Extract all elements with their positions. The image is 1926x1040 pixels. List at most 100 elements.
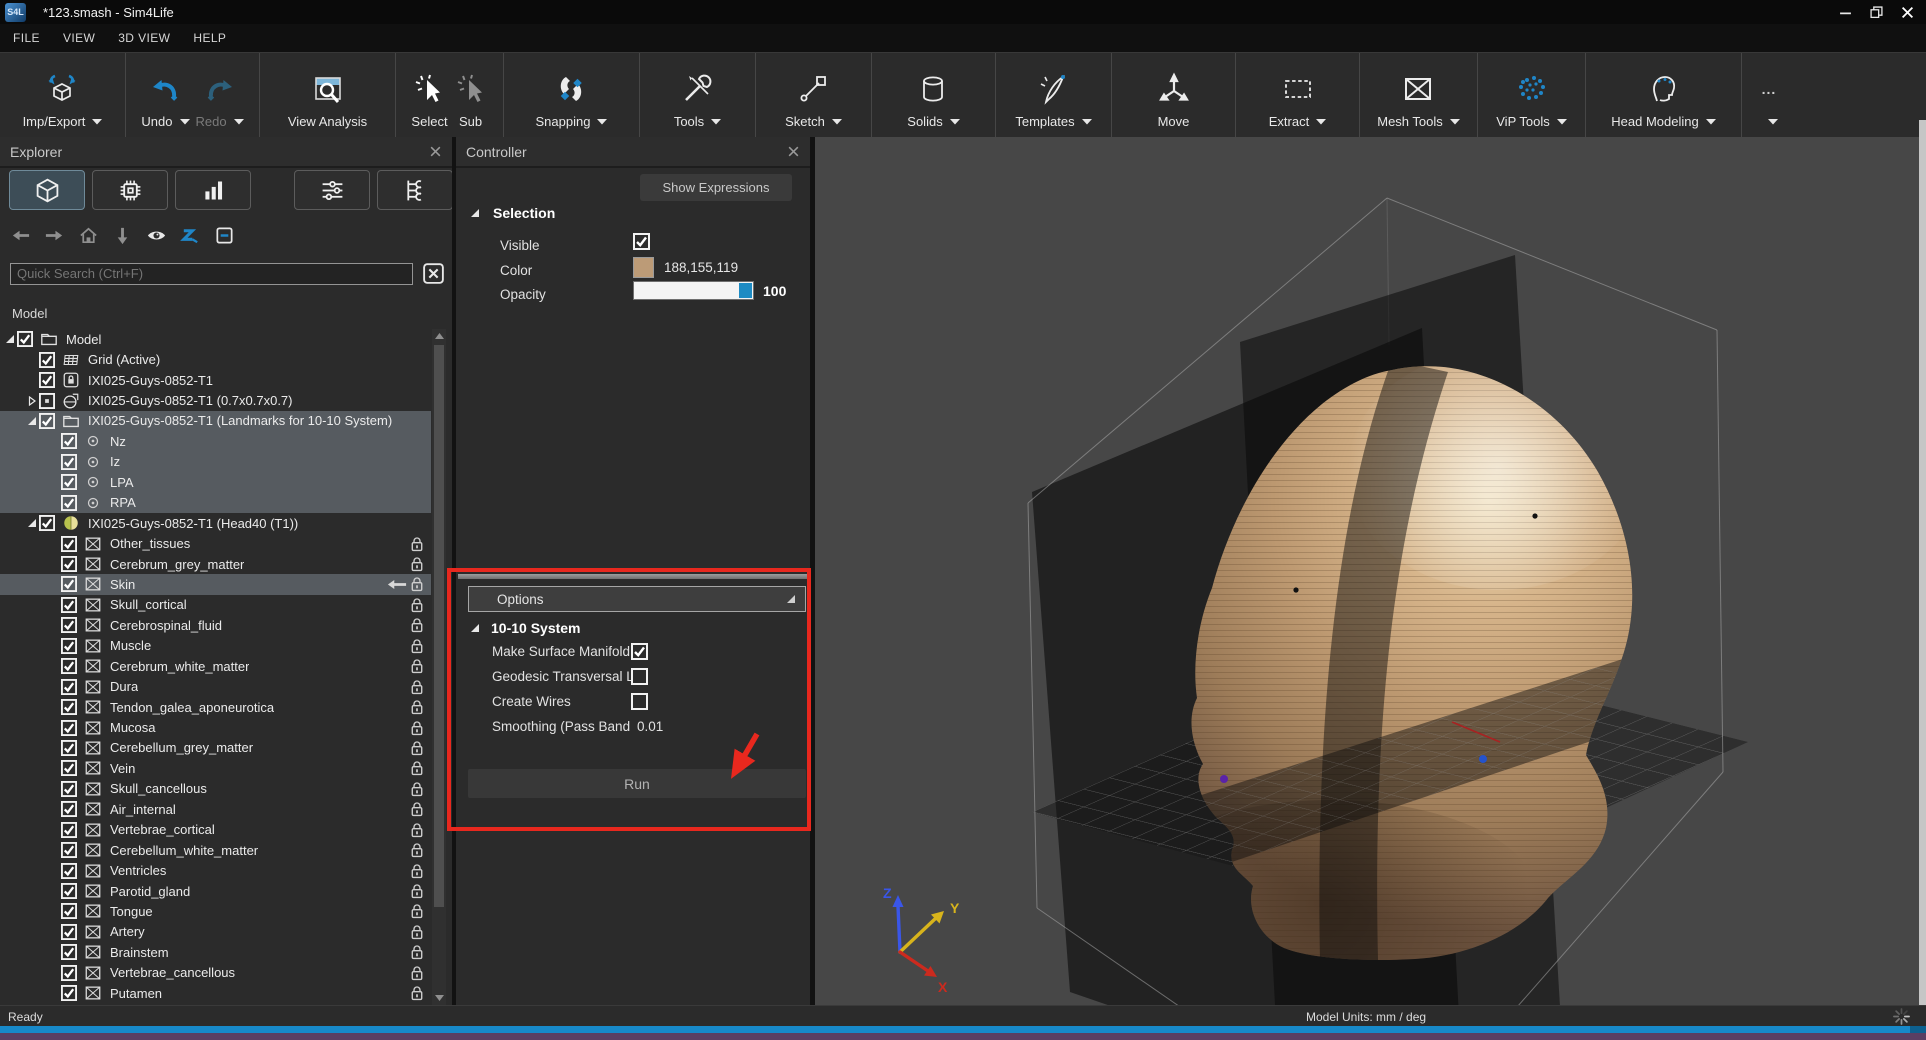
tree-row-muscle[interactable]: Muscle	[0, 636, 431, 656]
tree-row-brainstem[interactable]: Brainstem	[0, 942, 431, 962]
tree-row-iz[interactable]: Iz	[0, 452, 431, 472]
lock-icon[interactable]	[411, 883, 424, 899]
tree-scrollbar[interactable]	[432, 329, 446, 1005]
tree-row-model[interactable]: Model	[0, 329, 431, 349]
tree-checkbox[interactable]	[61, 556, 77, 572]
forward-arrow-icon[interactable]	[44, 225, 65, 246]
tree-row-air-internal[interactable]: Air_internal	[0, 799, 431, 819]
lock-icon[interactable]	[411, 679, 424, 695]
chevron-down-icon[interactable]	[1557, 118, 1567, 125]
search-clear-icon[interactable]	[421, 261, 446, 286]
tree-checkbox[interactable]	[61, 760, 77, 776]
tree-row-skin[interactable]: Skin	[0, 574, 431, 594]
tree-row-mucosa[interactable]: Mucosa	[0, 717, 431, 737]
lock-icon[interactable]	[411, 576, 424, 592]
tree-row-ixi025-guys-0852-t1-landmarks-for-10-10-system-[interactable]: IXI025-Guys-0852-T1 (Landmarks for 10-10…	[0, 411, 431, 431]
explorer-tab-tree-structure[interactable]	[377, 170, 453, 210]
tree-checkbox[interactable]	[39, 372, 55, 388]
tree-checkbox[interactable]	[61, 822, 77, 838]
tree-checkbox[interactable]	[61, 638, 77, 654]
tree-checkbox[interactable]	[61, 720, 77, 736]
toolbar-button-undo[interactable]: Undo	[141, 68, 189, 129]
toolbar-button-view-analysis[interactable]: View Analysis	[288, 68, 367, 129]
lock-icon[interactable]	[411, 985, 424, 1001]
explorer-tab-model-cube[interactable]	[9, 170, 85, 210]
ten-ten-system-header[interactable]: 10-10 System	[470, 620, 581, 636]
option-checkbox[interactable]	[631, 643, 648, 660]
lock-icon[interactable]	[411, 638, 424, 654]
lock-icon[interactable]	[411, 760, 424, 776]
tree-checkbox[interactable]	[61, 801, 77, 817]
lock-icon[interactable]	[411, 658, 424, 674]
tree-row-skull-cortical[interactable]: Skull_cortical	[0, 595, 431, 615]
tree-checkbox[interactable]	[61, 536, 77, 552]
menu-item-view[interactable]: VIEW	[63, 31, 95, 45]
tree-checkbox[interactable]	[61, 597, 77, 613]
tree-checkbox[interactable]	[61, 863, 77, 879]
chevron-down-icon[interactable]	[1316, 118, 1326, 125]
tree-checkbox[interactable]	[61, 433, 77, 449]
tree-row-putamen[interactable]: Putamen	[0, 983, 431, 1003]
toolbar-button-sub[interactable]: Sub	[454, 68, 488, 129]
toolbar-button-vip-tools[interactable]: ViP Tools	[1496, 68, 1567, 129]
chevron-down-icon[interactable]	[1768, 118, 1778, 125]
tree-row-tendon-galea-aponeurotica[interactable]: Tendon_galea_aponeurotica	[0, 697, 431, 717]
toolbar-button-sketch[interactable]: Sketch	[785, 68, 842, 129]
tree-row-tongue[interactable]: Tongue	[0, 901, 431, 921]
tree-checkbox[interactable]	[61, 658, 77, 674]
toolbar-button-templates[interactable]: Templates	[1015, 68, 1091, 129]
menu-item-file[interactable]: FILE	[13, 31, 40, 45]
chevron-down-icon[interactable]	[180, 118, 190, 125]
lock-icon[interactable]	[411, 903, 424, 919]
selection-section-header[interactable]: Selection	[470, 205, 555, 221]
tree-checkbox[interactable]	[17, 331, 33, 347]
close-button[interactable]	[1901, 6, 1914, 19]
color-swatch[interactable]	[633, 257, 654, 278]
tree-row-dura[interactable]: Dura	[0, 676, 431, 696]
tree-checkbox[interactable]	[39, 515, 55, 531]
lock-icon[interactable]	[411, 801, 424, 817]
chevron-down-icon[interactable]	[1082, 118, 1092, 125]
tree-checkbox[interactable]	[61, 454, 77, 470]
tree-row-parotid-gland[interactable]: Parotid_gland	[0, 881, 431, 901]
eye-icon[interactable]	[146, 225, 167, 246]
lock-icon[interactable]	[411, 740, 424, 756]
toolbar-button-overflow[interactable]: ...	[1761, 68, 1778, 129]
tree-row-other-tissues[interactable]: Other_tissues	[0, 533, 431, 553]
tree-row-nz[interactable]: Nz	[0, 431, 431, 451]
tree-row-vertebrae-cortical[interactable]: Vertebrae_cortical	[0, 820, 431, 840]
lock-icon[interactable]	[411, 597, 424, 613]
show-expressions-button[interactable]: Show Expressions	[640, 174, 792, 201]
toolbar-button-mesh-tools[interactable]: Mesh Tools	[1377, 68, 1460, 129]
tree-row-cerebrum-white-matter[interactable]: Cerebrum_white_matter	[0, 656, 431, 676]
toolbar-button-imp-export[interactable]: Imp/Export	[23, 68, 103, 129]
lock-icon[interactable]	[411, 863, 424, 879]
tree-row-ixi025-guys-0852-t1-0-7x0-7x0-7-[interactable]: IXI025-Guys-0852-T1 (0.7x0.7x0.7)	[0, 390, 431, 410]
tree-checkbox[interactable]	[61, 474, 77, 490]
scroll-up-icon[interactable]	[432, 329, 446, 343]
chevron-down-icon[interactable]	[950, 118, 960, 125]
back-arrow-icon[interactable]	[10, 225, 31, 246]
minimize-button[interactable]	[1839, 6, 1852, 19]
tree-row-artery[interactable]: Artery	[0, 922, 431, 942]
tree-row-vertebrae-cancellous[interactable]: Vertebrae_cancellous	[0, 963, 431, 983]
toolbar-button-solids[interactable]: Solids	[907, 68, 959, 129]
opacity-slider-handle[interactable]	[739, 283, 752, 298]
tree-row-lpa[interactable]: LPA	[0, 472, 431, 492]
zoom-z-icon[interactable]	[180, 225, 201, 246]
tree-checkbox[interactable]	[61, 699, 77, 715]
tree-checkbox[interactable]	[61, 495, 77, 511]
lock-icon[interactable]	[411, 720, 424, 736]
tree-row-skull-cancellous[interactable]: Skull_cancellous	[0, 779, 431, 799]
expander-icon[interactable]	[24, 518, 39, 528]
expander-icon[interactable]	[24, 396, 39, 406]
tree-row-grid-active-[interactable]: Grid (Active)	[0, 349, 431, 369]
tree-checkbox[interactable]	[61, 781, 77, 797]
3d-viewport[interactable]: Z Y X	[815, 137, 1926, 1005]
expander-icon[interactable]	[24, 416, 39, 426]
tree-checkbox[interactable]	[61, 740, 77, 756]
option-value[interactable]: 0.01	[637, 719, 663, 734]
chevron-down-icon[interactable]	[92, 118, 102, 125]
tree-checkbox[interactable]	[61, 944, 77, 960]
tree-checkbox[interactable]	[61, 985, 77, 1001]
